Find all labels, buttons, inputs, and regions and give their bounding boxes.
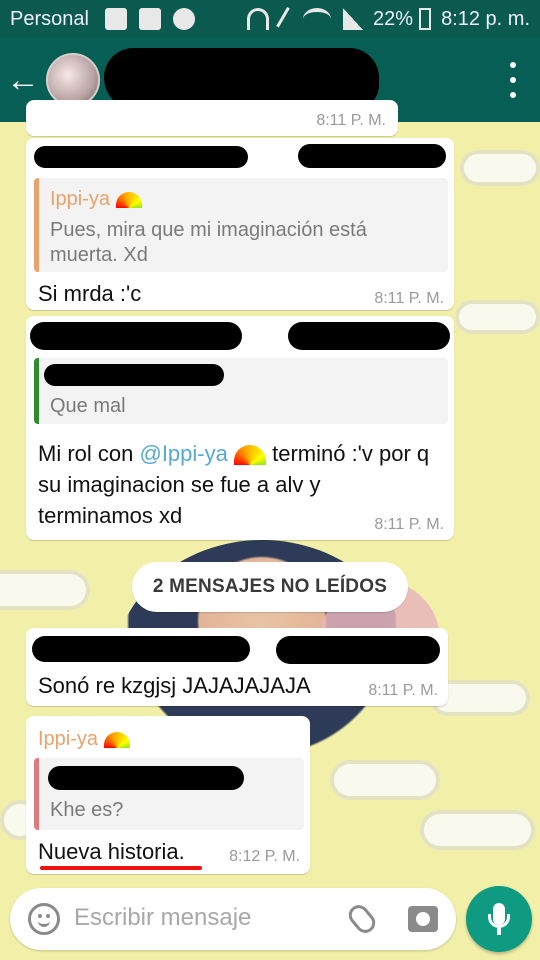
redacted-quote-sender bbox=[48, 766, 244, 790]
message-time: 8:11 P. M. bbox=[316, 112, 386, 129]
unread-messages-banner: 2 MENSAJES NO LEÍDOS bbox=[132, 562, 408, 612]
status-right: 22% 8:12 p. m. bbox=[241, 6, 530, 32]
wallpaper-cloud bbox=[0, 570, 90, 610]
message-time: 8:11 P. M. bbox=[374, 516, 444, 533]
message-text: Sonó re kzgjsj JAJAJAJAJA bbox=[38, 673, 311, 698]
message-bubble[interactable]: Sonó re kzgjsj JAJAJAJAJA 8:11 P. M. bbox=[26, 628, 448, 706]
mute-icon bbox=[276, 6, 296, 32]
quoted-message[interactable]: Que mal bbox=[34, 358, 448, 424]
wifi-icon bbox=[303, 8, 332, 30]
redacted-sender bbox=[30, 322, 242, 350]
signal-icon bbox=[343, 8, 364, 30]
rainbow-emoji bbox=[115, 191, 142, 208]
rainbow-emoji bbox=[103, 731, 130, 748]
redacted-quote-sender bbox=[44, 364, 224, 386]
camera-icon[interactable] bbox=[408, 906, 438, 932]
redacted-sender bbox=[32, 636, 250, 662]
message-bubble[interactable]: Ippi-ya Pues, mira que mi imaginación es… bbox=[26, 138, 454, 310]
carrier-label: Personal bbox=[10, 7, 89, 30]
message-composer[interactable]: Escribir mensaje bbox=[10, 888, 456, 950]
mic-button[interactable] bbox=[466, 886, 532, 952]
attach-icon[interactable] bbox=[344, 901, 380, 937]
battery-percent: 22% bbox=[373, 7, 414, 30]
wallpaper-cloud bbox=[460, 150, 540, 186]
quote-bar bbox=[34, 358, 39, 424]
message-time: 8:12 P. M. bbox=[229, 848, 300, 865]
redacted-sender-phone bbox=[276, 636, 440, 664]
quote-bar bbox=[34, 178, 39, 272]
red-underline-mark bbox=[40, 866, 202, 870]
status-time: 8:12 p. m. bbox=[441, 7, 530, 30]
rainbow-emoji bbox=[233, 445, 266, 466]
messenger-icon bbox=[172, 8, 195, 30]
avatar[interactable] bbox=[46, 53, 100, 107]
message-time: 8:11 P. M. bbox=[374, 290, 444, 307]
message-bubble[interactable]: Que mal Mi rol con @Ippi-ya terminó :'v … bbox=[26, 316, 454, 540]
facebook-icon bbox=[138, 8, 161, 30]
quote-sender-name: Ippi-ya bbox=[50, 188, 142, 211]
quoted-message[interactable]: Khe es? bbox=[34, 758, 304, 830]
wallpaper-cloud bbox=[455, 300, 540, 334]
headphones-icon bbox=[247, 8, 270, 30]
wallpaper-cloud bbox=[330, 760, 440, 800]
quote-text: Pues, mira que mi imaginación está muert… bbox=[50, 219, 367, 266]
redacted-sender-phone bbox=[298, 144, 446, 168]
quote-text: Que mal bbox=[50, 395, 126, 417]
plus-icon bbox=[104, 8, 127, 30]
message-text: Si mrda :'c bbox=[38, 281, 142, 306]
sender-name: Ippi-ya bbox=[38, 728, 130, 751]
menu-dots-icon[interactable] bbox=[508, 62, 518, 98]
redacted-sender-phone bbox=[288, 322, 450, 350]
mention-link[interactable]: @Ippi-ya bbox=[139, 441, 227, 466]
wallpaper-cloud bbox=[420, 810, 535, 850]
message-bubble[interactable]: Ippi-ya Khe es? Nueva historia. 8:12 P. … bbox=[26, 716, 310, 874]
quoted-message[interactable]: Ippi-ya Pues, mira que mi imaginación es… bbox=[34, 178, 448, 272]
message-input[interactable]: Escribir mensaje bbox=[74, 904, 251, 932]
status-bar: Personal 22% 8:12 p. m. bbox=[0, 0, 540, 38]
quote-text: Khe es? bbox=[50, 799, 124, 821]
emoji-icon[interactable] bbox=[28, 903, 60, 935]
previous-message[interactable]: 8:11 P. M. bbox=[26, 100, 398, 136]
message-time: 8:11 P. M. bbox=[368, 682, 438, 699]
redacted-sender bbox=[34, 146, 248, 168]
message-text: Nueva historia. bbox=[38, 839, 185, 864]
quote-bar bbox=[34, 758, 39, 830]
battery-icon bbox=[419, 8, 432, 30]
